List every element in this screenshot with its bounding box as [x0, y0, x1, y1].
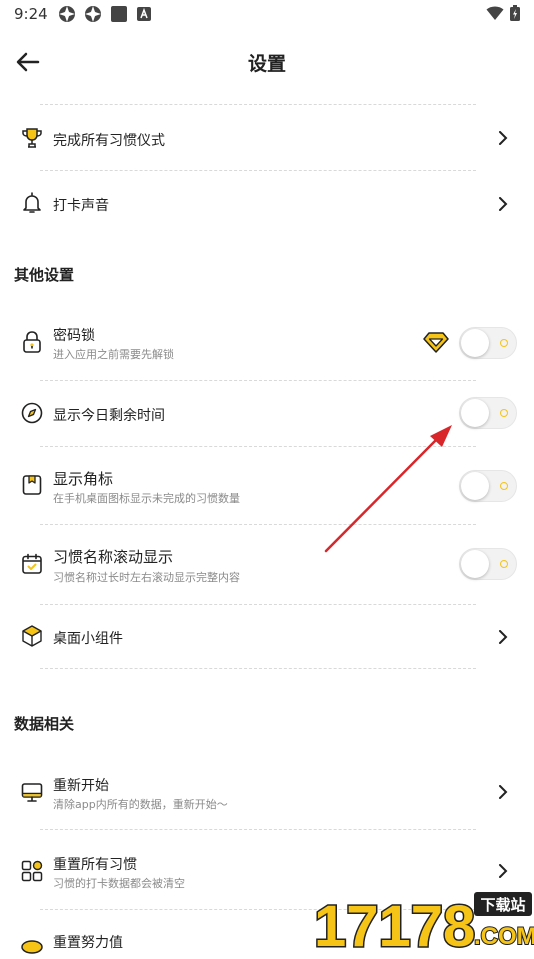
watermark-domain: .COM [474, 923, 534, 950]
check-in-sound-row[interactable]: 打卡声音 [0, 172, 534, 236]
habit-name-scroll-toggle[interactable] [459, 548, 517, 580]
chevron-right-icon [499, 197, 508, 211]
show-remaining-time-row[interactable]: 显示今日剩余时间 [0, 382, 534, 446]
vip-diamond-icon [423, 332, 449, 353]
row-title: 显示今日剩余时间 [53, 408, 165, 424]
complete-ritual-row[interactable]: 完成所有习惯仪式 [0, 106, 534, 170]
chevron-right-icon [499, 864, 508, 878]
password-lock-row[interactable]: 密码锁 进入应用之前需要先解锁 [0, 308, 534, 380]
toggle-knob [461, 550, 489, 578]
status-time: 9:24 [14, 5, 48, 23]
watermark-digits: 17178 [314, 894, 475, 950]
section-header-data: 数据相关 [14, 715, 75, 733]
app-notification-icon [59, 6, 75, 22]
divider [40, 104, 476, 105]
show-badge-toggle[interactable] [459, 470, 517, 502]
row-title: 密码锁 [53, 328, 95, 344]
monitor-icon [21, 783, 43, 802]
status-bar: 9:24 [0, 0, 534, 28]
app-bar: 设置 [0, 36, 534, 88]
toggle-off-indicator [500, 409, 508, 417]
toggle-knob [461, 399, 489, 427]
toggle-knob [461, 472, 489, 500]
wifi-icon [486, 6, 504, 20]
restart-row[interactable]: 重新开始 清除app内所有的数据，重新开始～ [0, 756, 534, 828]
divider [40, 668, 476, 669]
divider [40, 829, 476, 830]
toggle-off-indicator [500, 560, 508, 568]
row-title: 重置努力值 [53, 935, 123, 951]
lock-icon [23, 331, 41, 353]
divider [40, 380, 476, 381]
divider [40, 446, 476, 447]
show-badge-row[interactable]: 显示角标 在手机桌面图标显示未完成的习惯数量 [0, 448, 534, 524]
row-title: 重置所有习惯 [53, 857, 137, 873]
app-notification-icon [85, 6, 101, 22]
section-header-other-settings: 其他设置 [14, 266, 75, 284]
calendar-check-icon [22, 553, 42, 574]
divider [40, 524, 476, 525]
toggle-off-indicator [500, 339, 508, 347]
row-title: 重新开始 [53, 778, 109, 794]
system-status-icons [486, 5, 520, 21]
square-notification-icon [111, 6, 127, 22]
coin-icon [21, 940, 43, 954]
toggle-knob [461, 329, 489, 357]
desktop-widget-row[interactable]: 桌面小组件 [0, 606, 534, 668]
row-title: 完成所有习惯仪式 [53, 133, 165, 149]
watermark-badge: 下载站 [480, 896, 525, 914]
chevron-right-icon [499, 630, 508, 644]
row-subtitle: 清除app内所有的数据，重新开始～ [53, 798, 228, 811]
17178-watermark-logo: 17178 下载站 .COM [313, 892, 534, 950]
row-title: 桌面小组件 [53, 631, 123, 647]
bookmark-badge-icon [22, 475, 42, 495]
page-title: 设置 [247, 53, 286, 75]
row-subtitle: 习惯名称过长时左右滚动显示完整内容 [53, 571, 240, 584]
row-subtitle: 在手机桌面图标显示未完成的习惯数量 [53, 492, 240, 505]
row-title: 显示角标 [53, 470, 114, 488]
habit-name-scroll-row[interactable]: 习惯名称滚动显示 习惯名称过长时左右滚动显示完整内容 [0, 526, 534, 604]
divider [40, 170, 476, 171]
password-lock-toggle[interactable] [459, 327, 517, 359]
chevron-right-icon [499, 131, 508, 145]
chevron-right-icon [499, 785, 508, 799]
font-notification-icon [137, 7, 151, 21]
trophy-icon [22, 128, 42, 148]
toggle-off-indicator [500, 482, 508, 490]
divider [40, 604, 476, 605]
row-title: 习惯名称滚动显示 [53, 548, 174, 566]
battery-icon [510, 5, 520, 21]
notification-icons [58, 5, 152, 23]
show-remaining-time-toggle[interactable] [459, 397, 517, 429]
grid-apps-icon [21, 860, 43, 882]
row-subtitle: 进入应用之前需要先解锁 [53, 348, 174, 361]
compass-icon [21, 402, 43, 424]
row-subtitle: 习惯的打卡数据都会被清空 [53, 877, 185, 890]
row-title: 打卡声音 [53, 198, 109, 214]
cube-widget-icon [22, 625, 42, 647]
bell-icon [23, 192, 41, 213]
